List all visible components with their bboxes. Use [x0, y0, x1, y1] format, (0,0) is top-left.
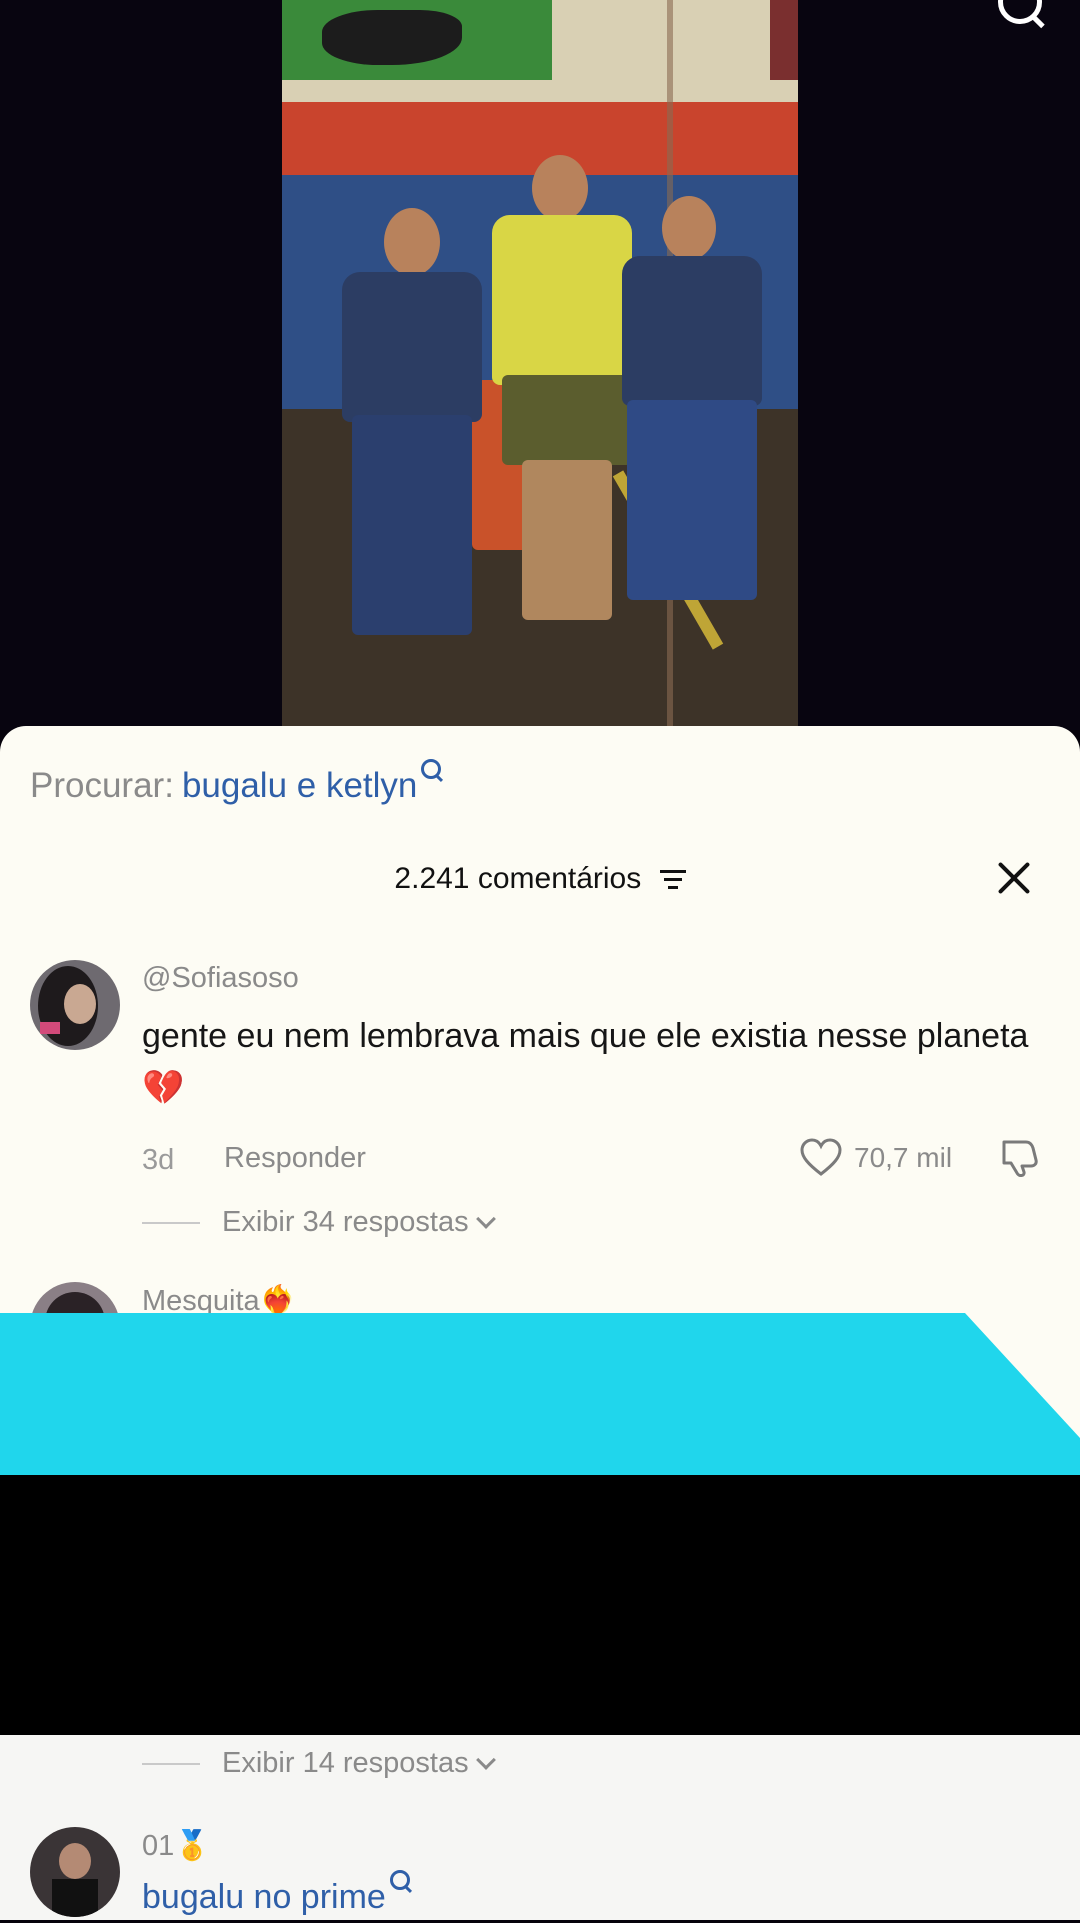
dislike-icon[interactable]: [998, 1136, 1040, 1178]
view-replies-button[interactable]: Exibir 34 respostas: [142, 1206, 496, 1239]
view-replies-button[interactable]: Exibir 14 respostas: [142, 1747, 496, 1780]
related-search[interactable]: Procurar: bugalu e ketlyn: [30, 759, 442, 806]
chevron-down-icon: [475, 1208, 496, 1229]
search-link-label: bugalu no prime: [142, 1878, 386, 1916]
motorcycle-poster: [282, 0, 552, 80]
search-term-link[interactable]: bugalu e ketlyn: [182, 766, 417, 805]
comment-username[interactable]: Mesquita❤️‍🔥: [142, 1284, 296, 1318]
comment-username[interactable]: 01🥇: [142, 1829, 210, 1863]
view-replies-label: Exibir 34 respostas: [222, 1206, 469, 1238]
view-replies-label: Exibir 14 respostas: [222, 1747, 469, 1779]
close-icon[interactable]: [996, 860, 1032, 896]
heart-icon[interactable]: [800, 1138, 842, 1178]
cyan-overlay-banner: [0, 1313, 1080, 1475]
search-icon: [389, 1870, 410, 1890]
comment-age: 3d: [142, 1144, 175, 1176]
divider: [142, 1221, 200, 1224]
avatar[interactable]: [30, 1827, 120, 1917]
search-link[interactable]: bugalu no prime: [142, 1870, 1042, 1923]
chevron-down-icon: [475, 1749, 496, 1770]
like-count: 70,7 mil: [854, 1142, 953, 1173]
search-label: Procurar:: [30, 766, 174, 805]
comments-count-label: 2.241 comentários: [394, 862, 642, 895]
reply-button[interactable]: Responder: [224, 1142, 366, 1175]
black-overlay-band: [0, 1475, 1080, 1735]
wall-poster: [770, 0, 798, 80]
comment-username[interactable]: @Sofiasoso: [142, 962, 299, 995]
comment-text: gente eu nem lembrava mais que ele exist…: [142, 1017, 1029, 1107]
sort-filter-icon[interactable]: [659, 870, 686, 890]
comments-count: 2.241 comentários: [0, 862, 1080, 896]
avatar[interactable]: [30, 960, 120, 1050]
search-icon: [421, 759, 442, 779]
video-frame[interactable]: [282, 0, 798, 730]
lower-comments: Exibir 14 respostas 01🥇 bugalu no prime: [0, 1735, 1080, 1920]
divider: [142, 1762, 200, 1765]
